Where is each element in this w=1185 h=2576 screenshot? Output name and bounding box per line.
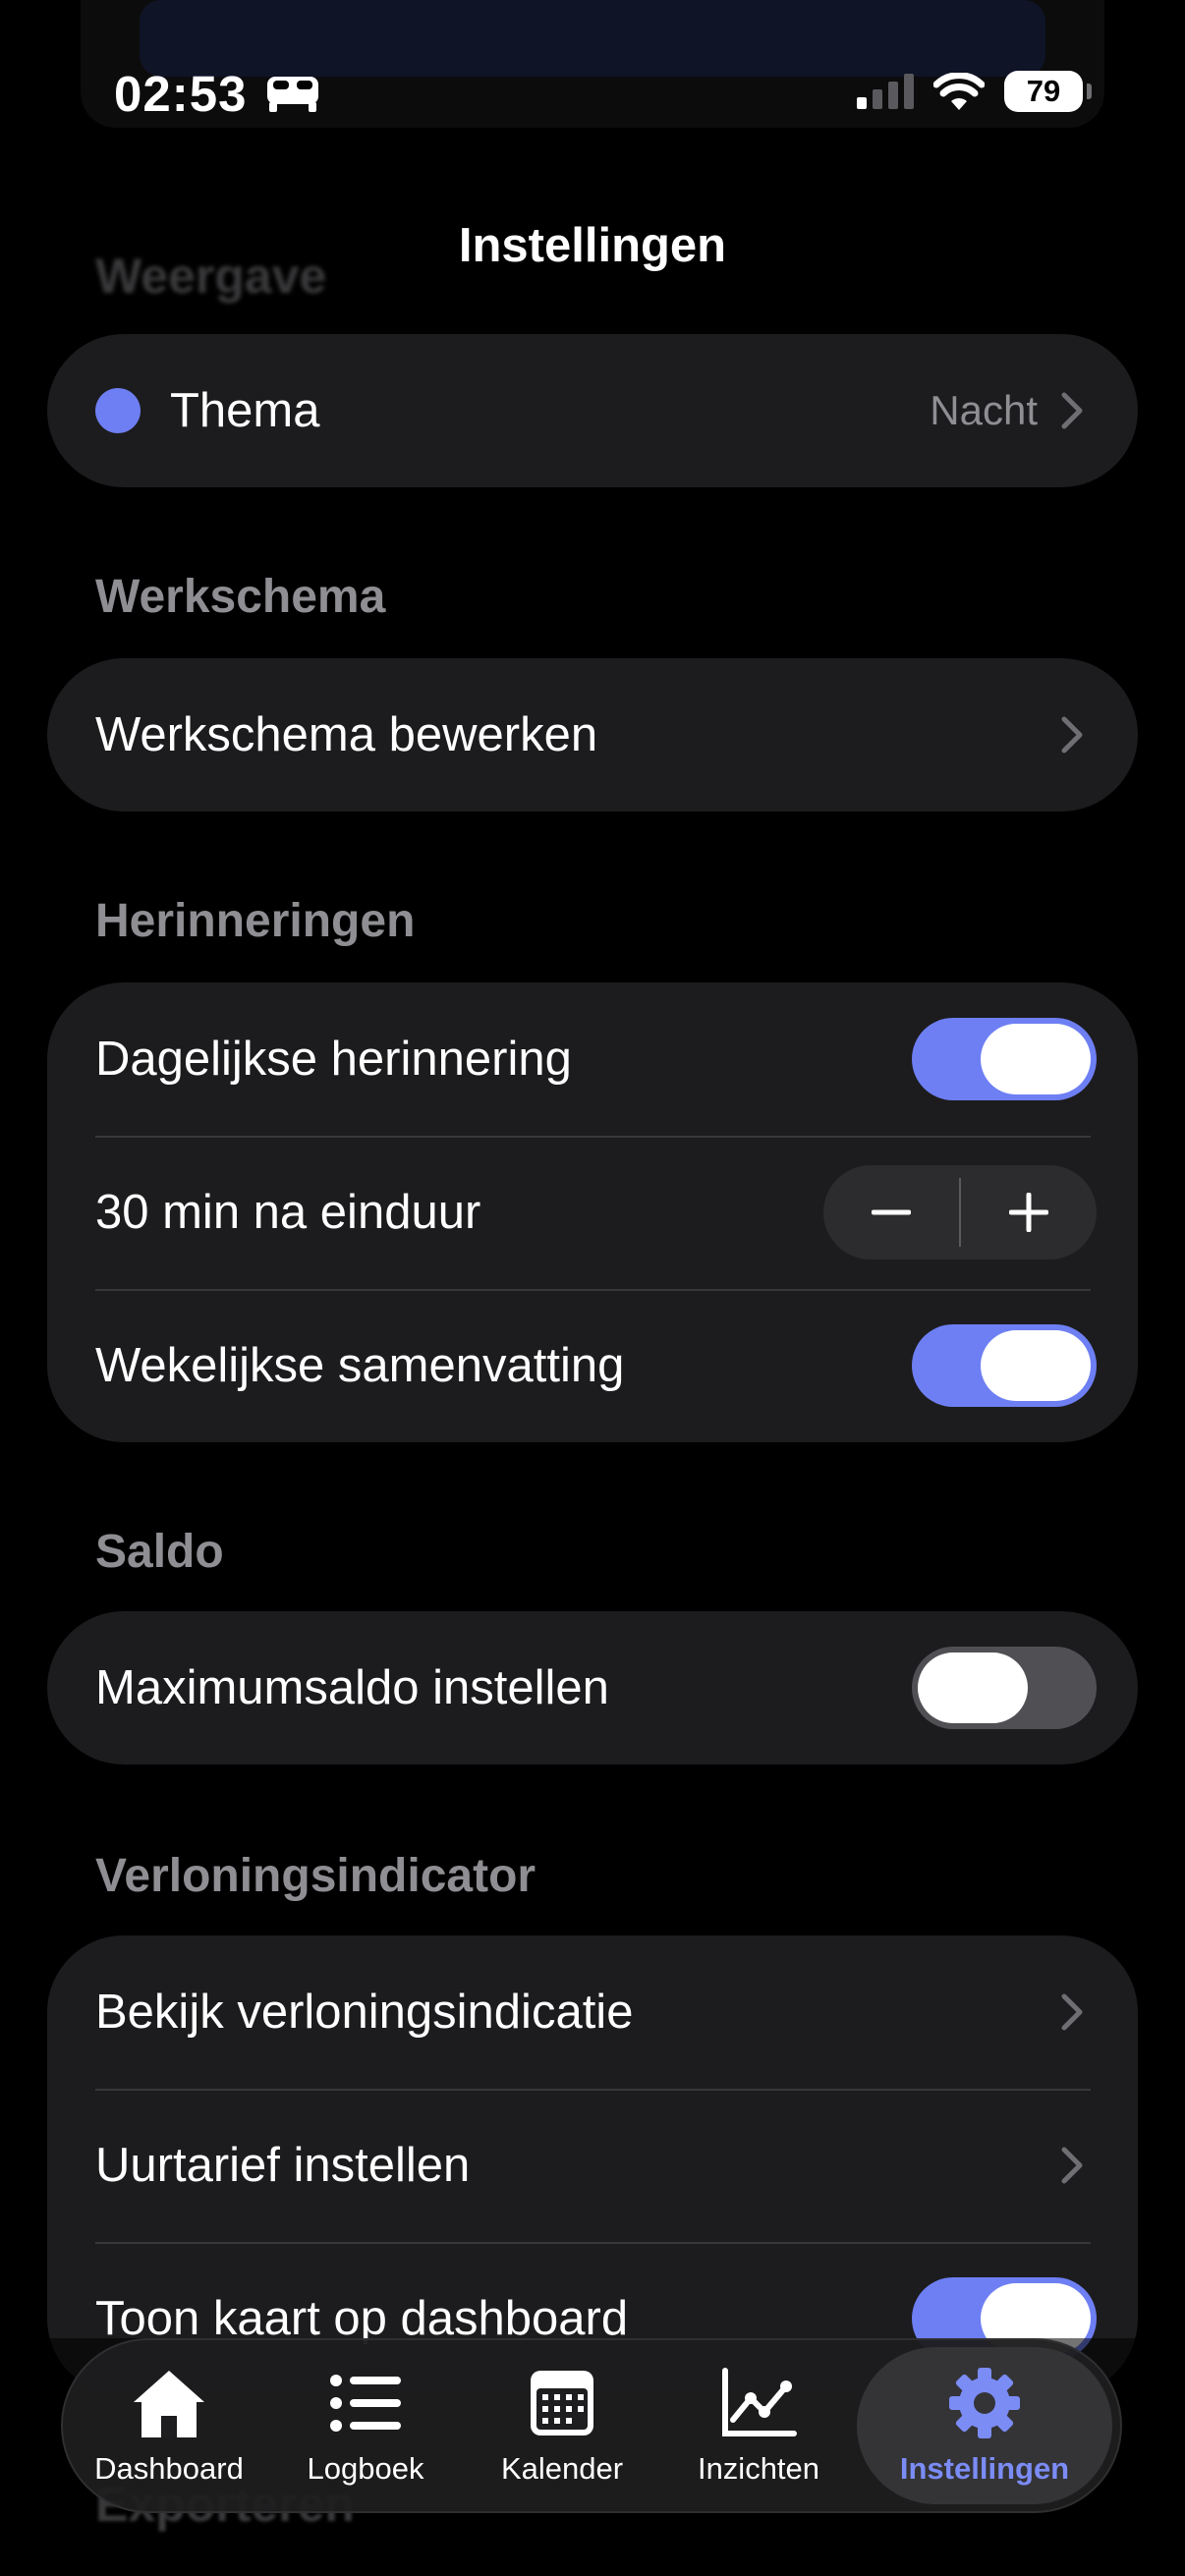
wifi-icon	[933, 73, 985, 110]
tab-label: Logboek	[307, 2451, 424, 2486]
toggle-knob	[981, 1024, 1091, 1094]
scrolled-button-ghost	[140, 0, 1045, 77]
sleep-focus-icon	[267, 77, 318, 112]
minus-icon	[872, 1209, 911, 1215]
chevron-right-icon	[1061, 716, 1083, 754]
tab-inzichten[interactable]: Inzichten	[660, 2347, 857, 2504]
calendar-icon	[531, 2371, 593, 2436]
hourly-rate-label: Uurtarief instellen	[95, 2139, 471, 2192]
toggle-knob	[918, 1652, 1028, 1723]
section-header-saldo: Saldo	[95, 1526, 224, 1578]
daily-reminder-toggle[interactable]	[912, 1018, 1097, 1100]
werkschema-edit-label: Werkschema bewerken	[95, 708, 598, 761]
max-balance-toggle[interactable]	[912, 1647, 1097, 1729]
section-header-verloningsindicator: Verloningsindicator	[95, 1850, 536, 1902]
tab-logboek[interactable]: Logboek	[267, 2347, 464, 2504]
section-header-werkschema: Werkschema	[95, 571, 386, 623]
saldo-card: Maximumsaldo instellen	[47, 1611, 1138, 1764]
tab-label: Instellingen	[899, 2451, 1070, 2486]
verloning-card: Bekijk verloningsindicatie Uurtarief ins…	[47, 1935, 1138, 2395]
theme-label: Thema	[170, 384, 320, 437]
theme-card: Thema Nacht	[47, 334, 1138, 487]
theme-value: Nacht	[930, 387, 1038, 433]
werkschema-card: Werkschema bewerken	[47, 658, 1138, 812]
house-icon	[134, 2371, 204, 2437]
weekly-summary-row: Wekelijkse samenvatting	[47, 1289, 1138, 1442]
battery-icon: 79	[1004, 71, 1092, 112]
tab-label: Inzichten	[697, 2451, 820, 2486]
reminder-offset-stepper	[823, 1165, 1097, 1260]
tab-kalender[interactable]: Kalender	[464, 2347, 660, 2504]
reminder-offset-label: 30 min na einduur	[95, 1186, 481, 1239]
max-balance-row: Maximumsaldo instellen	[47, 1611, 1138, 1764]
page-title: Instellingen	[458, 219, 727, 272]
section-header-herinneringen: Herinneringen	[95, 895, 416, 947]
stepper-increment-button[interactable]	[961, 1165, 1097, 1260]
tab-instellingen[interactable]: Instellingen	[857, 2347, 1112, 2504]
cellular-signal-icon	[857, 74, 914, 109]
max-balance-label: Maximumsaldo instellen	[95, 1661, 609, 1714]
theme-row[interactable]: Thema Nacht	[47, 334, 1138, 487]
chevron-right-icon	[1061, 1993, 1083, 2031]
view-pay-indication-label: Bekijk verloningsindicatie	[95, 1986, 634, 2039]
view-pay-indication-row[interactable]: Bekijk verloningsindicatie	[47, 1935, 1138, 2089]
chart-icon	[722, 2368, 797, 2436]
chevron-right-icon	[1061, 2147, 1083, 2184]
tab-bar: Dashboard Logboek Kalender Inzichten Ins…	[61, 2338, 1122, 2513]
daily-reminder-row: Dagelijkse herinnering	[47, 982, 1138, 1136]
toggle-knob	[981, 1330, 1091, 1401]
tab-label: Dashboard	[94, 2451, 244, 2486]
theme-color-dot	[95, 388, 141, 433]
status-icons: 79	[857, 71, 1092, 112]
weekly-summary-label: Wekelijkse samenvatting	[95, 1339, 625, 1392]
status-time: 02:53	[114, 66, 248, 122]
daily-reminder-label: Dagelijkse herinnering	[95, 1033, 572, 1086]
tab-label: Kalender	[500, 2451, 624, 2486]
tab-dashboard[interactable]: Dashboard	[71, 2347, 267, 2504]
chevron-right-icon	[1061, 392, 1083, 429]
gear-icon	[949, 2368, 1020, 2438]
herinneringen-card: Dagelijkse herinnering 30 min na einduur…	[47, 982, 1138, 1442]
weekly-summary-toggle[interactable]	[912, 1324, 1097, 1407]
werkschema-edit-row[interactable]: Werkschema bewerken	[47, 658, 1138, 812]
reminder-offset-row: 30 min na einduur	[47, 1136, 1138, 1289]
stepper-decrement-button[interactable]	[823, 1165, 959, 1260]
list-icon	[330, 2375, 401, 2432]
plus-icon	[1009, 1193, 1048, 1232]
hourly-rate-row[interactable]: Uurtarief instellen	[47, 2089, 1138, 2242]
